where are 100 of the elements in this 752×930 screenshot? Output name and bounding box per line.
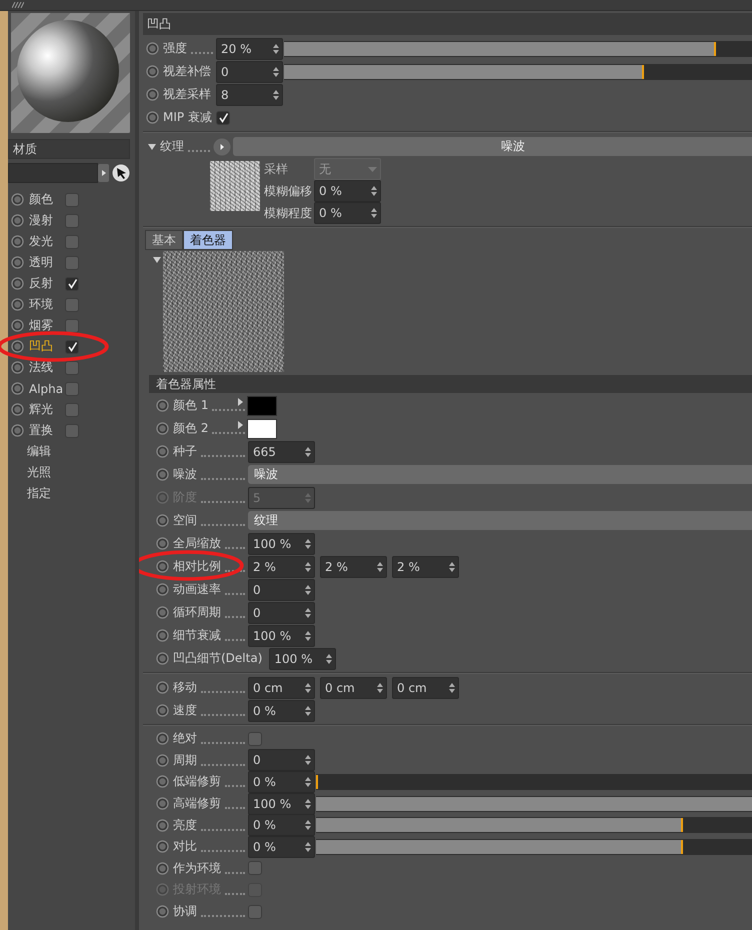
number-field[interactable]: 0 cm	[320, 676, 387, 698]
number-field[interactable]: 0 %	[248, 814, 315, 836]
channel-item[interactable]: 法线	[29, 359, 65, 376]
number-field[interactable]: 0	[248, 749, 315, 772]
circle-icon[interactable]	[156, 652, 169, 665]
circle-icon[interactable]	[156, 840, 169, 854]
dropdown-field[interactable]: 噪波	[248, 465, 752, 484]
circle-icon[interactable]	[146, 111, 159, 124]
channel-item[interactable]: 漫射	[29, 212, 65, 229]
circle-icon[interactable]	[156, 818, 169, 832]
checkbox[interactable]	[65, 360, 79, 374]
circle-icon[interactable]	[156, 754, 169, 767]
color-swatch[interactable]	[247, 418, 277, 438]
channel-item[interactable]: 透明	[29, 254, 65, 271]
number-field[interactable]: 20 %	[216, 38, 283, 60]
number-field[interactable]: 8	[216, 84, 283, 106]
checkbox[interactable]	[65, 298, 79, 312]
checkbox[interactable]	[65, 318, 79, 332]
circle-icon[interactable]	[156, 514, 169, 527]
circle-icon[interactable]	[146, 65, 159, 78]
checkbox[interactable]	[248, 732, 262, 746]
circle-icon[interactable]	[11, 424, 24, 437]
checkbox[interactable]	[65, 234, 79, 248]
circle-icon[interactable]	[156, 629, 169, 642]
page-link[interactable]: 光照	[8, 462, 135, 483]
checkbox[interactable]	[65, 424, 79, 438]
cursor-icon[interactable]	[112, 164, 130, 182]
circle-icon[interactable]	[11, 235, 24, 248]
dropdown-field[interactable]: 纹理	[248, 511, 752, 530]
slider-fill[interactable]	[284, 42, 716, 56]
checkbox[interactable]	[248, 861, 262, 876]
circle-icon[interactable]	[11, 319, 24, 332]
channel-item[interactable]: 凹凸	[29, 338, 65, 355]
name-field[interactable]: 材质	[8, 139, 130, 159]
arrow-button-icon[interactable]	[98, 164, 109, 182]
circle-icon[interactable]	[156, 862, 169, 875]
circle-icon[interactable]	[156, 905, 169, 918]
checkbox[interactable]	[65, 214, 79, 228]
number-field[interactable]: 2 %	[392, 556, 459, 578]
number-field[interactable]: 0	[248, 578, 315, 600]
circle-icon[interactable]	[156, 537, 169, 550]
number-field[interactable]: 2 %	[248, 556, 315, 578]
circle-icon[interactable]	[156, 583, 169, 596]
checkbox[interactable]	[65, 256, 79, 270]
circle-icon[interactable]	[156, 606, 169, 619]
circle-icon[interactable]	[146, 42, 159, 55]
circle-icon[interactable]	[146, 88, 159, 101]
checkbox[interactable]	[248, 904, 262, 919]
number-field[interactable]: 100 %	[269, 648, 336, 670]
channel-item[interactable]: Alpha	[29, 382, 65, 396]
circle-icon[interactable]	[11, 256, 24, 269]
expand-triangle-icon[interactable]	[148, 144, 156, 150]
circle-icon[interactable]	[156, 422, 169, 435]
slider-fill[interactable]	[316, 818, 683, 832]
number-field[interactable]: 0	[248, 602, 315, 624]
color-swatch[interactable]	[247, 396, 277, 416]
circle-icon[interactable]	[11, 214, 24, 227]
circle-icon[interactable]	[156, 445, 169, 458]
circle-icon[interactable]	[11, 403, 24, 416]
slider-fill[interactable]	[316, 796, 752, 811]
circle-icon[interactable]	[156, 681, 169, 694]
circle-icon[interactable]	[156, 560, 169, 573]
circle-icon[interactable]	[11, 193, 24, 206]
dropdown-field[interactable]	[8, 163, 98, 183]
expand-triangle-icon[interactable]	[153, 257, 161, 263]
slider-fill[interactable]	[316, 840, 683, 854]
channel-item[interactable]: 发光	[29, 233, 65, 250]
number-field[interactable]: 0 cm	[392, 676, 459, 698]
circle-icon[interactable]	[156, 704, 169, 717]
checkbox[interactable]	[65, 276, 79, 290]
number-field[interactable]: 0 %	[314, 202, 381, 224]
channel-item[interactable]: 辉光	[29, 401, 65, 418]
arrow-button-icon[interactable]	[213, 138, 231, 156]
circle-icon[interactable]	[156, 399, 169, 412]
circle-icon[interactable]	[11, 298, 24, 311]
circle-icon[interactable]	[156, 732, 169, 746]
number-field[interactable]: 100 %	[248, 624, 315, 646]
checkbox[interactable]	[65, 382, 79, 396]
page-link[interactable]: 编辑	[8, 441, 135, 462]
circle-icon[interactable]	[156, 797, 169, 810]
number-field[interactable]: 0 cm	[248, 676, 315, 698]
checkbox[interactable]	[65, 192, 79, 206]
texture-bar[interactable]: 噪波	[233, 137, 752, 156]
tab[interactable]: 着色器	[183, 230, 233, 250]
slider-fill[interactable]	[284, 64, 644, 78]
number-field[interactable]: 0 %	[314, 180, 381, 202]
number-field[interactable]: 665	[248, 440, 315, 462]
circle-icon[interactable]	[156, 775, 169, 788]
circle-icon[interactable]	[11, 361, 24, 374]
circle-icon[interactable]	[11, 382, 24, 395]
checkbox[interactable]	[65, 402, 79, 416]
number-field[interactable]: 0 %	[248, 836, 315, 858]
page-link[interactable]: 指定	[8, 483, 135, 504]
checkbox[interactable]	[216, 110, 230, 124]
channel-item[interactable]: 颜色	[29, 191, 65, 208]
circle-icon[interactable]	[11, 340, 24, 353]
number-field[interactable]: 0 %	[248, 770, 315, 793]
channel-item[interactable]: 反射	[29, 275, 65, 292]
number-field[interactable]: 100 %	[248, 792, 315, 815]
channel-item[interactable]: 置换	[29, 422, 65, 439]
